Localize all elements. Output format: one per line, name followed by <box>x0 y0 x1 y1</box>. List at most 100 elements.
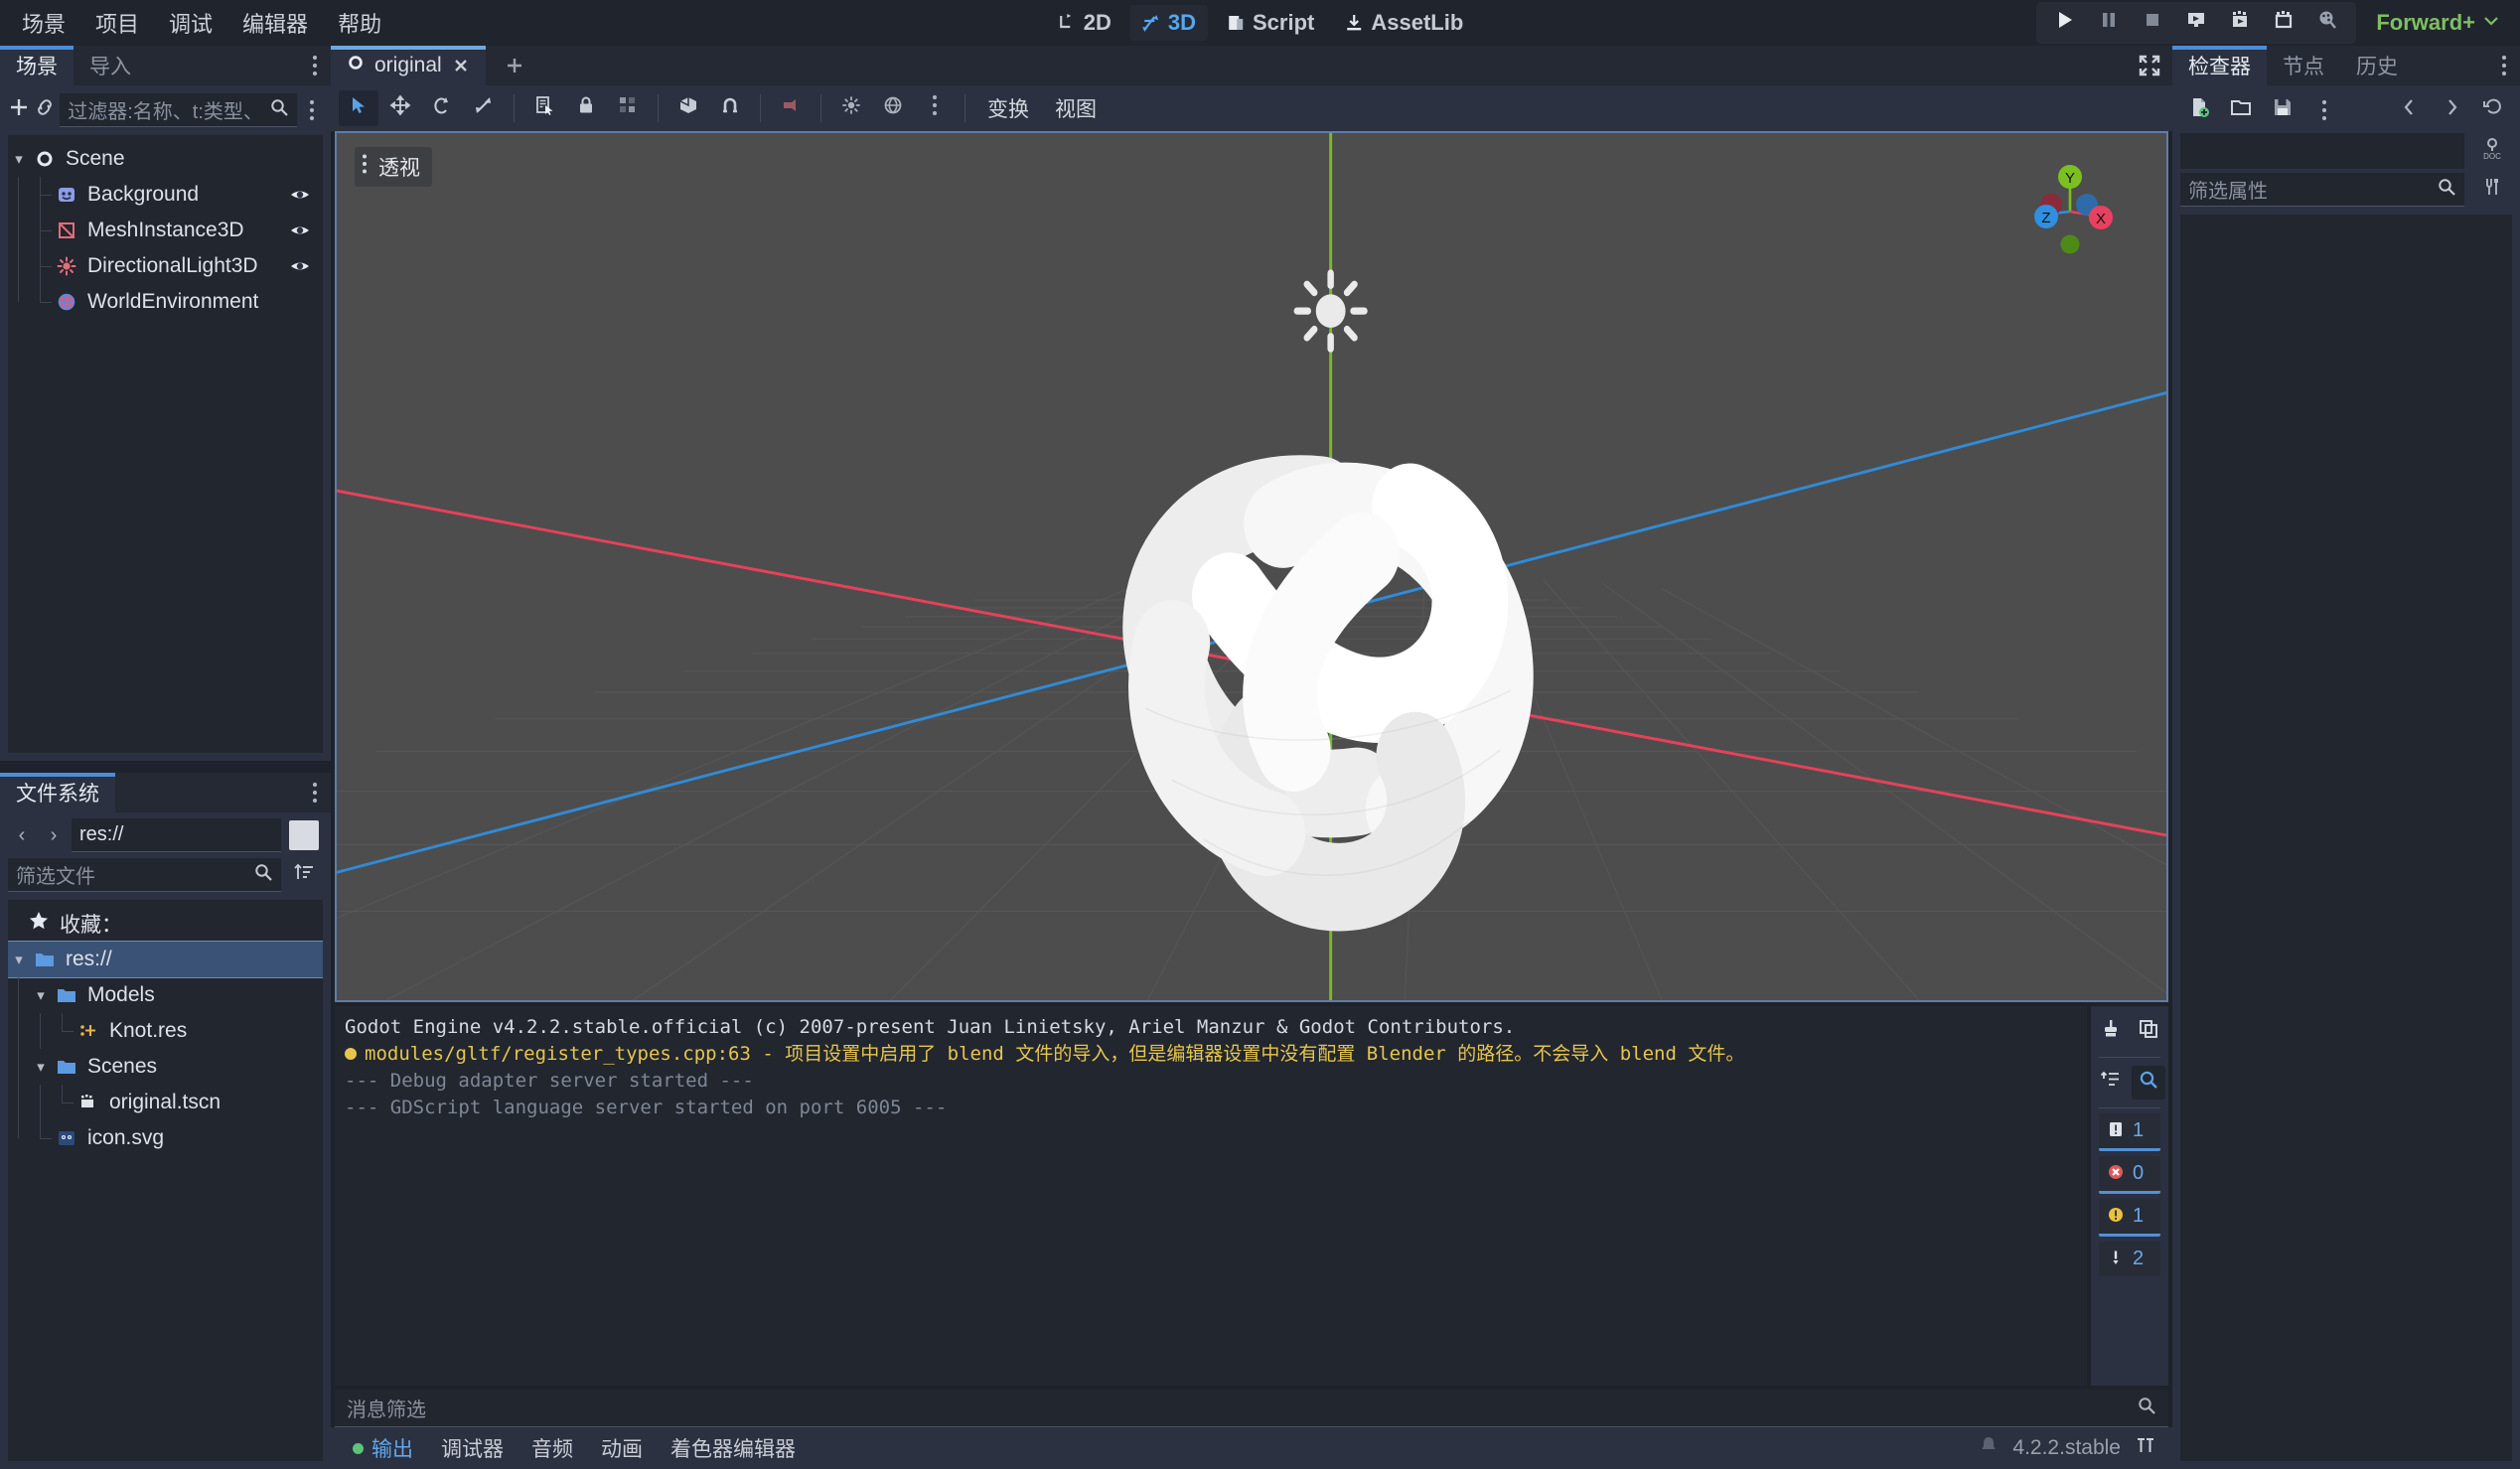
stop-button[interactable] <box>2132 6 2173 40</box>
bottom-tab-debugger[interactable]: 调试器 <box>429 1428 516 1468</box>
close-icon[interactable] <box>452 57 470 74</box>
fs-back-button[interactable]: ‹ <box>8 819 36 851</box>
menu-debug[interactable]: 调试 <box>155 1 226 45</box>
new-resource-button[interactable] <box>2180 93 2218 127</box>
filesystem-filter-input[interactable]: 筛选文件 <box>8 858 281 892</box>
tab-scene[interactable]: 场景 <box>0 46 74 85</box>
editor-messages-counter[interactable]: 2 <box>2099 1242 2160 1279</box>
inspector-properties-area[interactable] <box>2180 215 2512 1461</box>
viewport-perspective-label[interactable]: 透视 <box>355 147 432 187</box>
camera-preview-button[interactable] <box>771 90 811 126</box>
visibility-toggle-meshinstance3d[interactable] <box>289 220 311 241</box>
bottom-tab-animation[interactable]: 动画 <box>589 1428 655 1468</box>
select-mode-button[interactable] <box>339 90 378 126</box>
collapse-output-button[interactable] <box>2094 1066 2128 1100</box>
scale-mode-button[interactable] <box>464 90 504 126</box>
visibility-toggle-directionallight3d[interactable] <box>289 255 311 277</box>
fs-forward-button[interactable]: › <box>40 819 68 851</box>
local-space-button[interactable] <box>668 90 708 126</box>
chevron-down-icon[interactable]: ▾ <box>30 986 52 1004</box>
movie-maker-button[interactable] <box>2263 6 2304 40</box>
view-rotation-gizmo[interactable]: Y Z X <box>2015 157 2125 266</box>
filesystem-row-models[interactable]: ▾ Models <box>8 977 323 1013</box>
filesystem-row-original-tscn[interactable]: original.tscn <box>8 1085 323 1120</box>
inspector-object-field[interactable] <box>2180 133 2464 169</box>
scene-tree-row-worldenvironment[interactable]: WorldEnvironment <box>8 284 323 320</box>
tab-node[interactable]: 节点 <box>2267 46 2340 85</box>
menu-scene[interactable]: 场景 <box>8 1 79 45</box>
filesystem-dock-menu-button[interactable] <box>299 773 331 812</box>
preview-sun-button[interactable] <box>831 90 871 126</box>
viewport-menu-icon[interactable] <box>361 153 369 181</box>
inspector-dock-menu-button[interactable] <box>2488 46 2520 85</box>
bottom-tab-output[interactable]: 输出 <box>341 1428 425 1468</box>
tab-inspector[interactable]: 检查器 <box>2172 46 2267 85</box>
view-menu[interactable]: 视图 <box>1043 87 1109 129</box>
save-resource-button[interactable] <box>2264 93 2301 127</box>
scene-tree-row-directionallight3d[interactable]: DirectionalLight3D <box>8 248 323 284</box>
object-tools-button[interactable] <box>2472 173 2512 207</box>
transform-menu[interactable]: 变换 <box>975 87 1041 129</box>
open-docs-button[interactable]: DOC <box>2472 133 2512 169</box>
scene-tree-row-background[interactable]: Background <box>8 177 323 213</box>
play-custom-scene-button[interactable] <box>2219 6 2261 40</box>
errors-counter[interactable]: 0 <box>2099 1156 2160 1194</box>
copy-output-button[interactable] <box>2132 1015 2165 1049</box>
scene-tree[interactable]: ▾ Scene Background MeshInstance3D Direct… <box>8 135 323 753</box>
clear-output-button[interactable] <box>2094 1015 2128 1049</box>
renderer-selector[interactable]: Forward+ <box>2370 6 2506 40</box>
sun-environment-menu-button[interactable] <box>915 90 955 126</box>
inspector-history-button[interactable] <box>2474 93 2512 127</box>
filesystem-row-knot-res[interactable]: Knot.res <box>8 1013 323 1049</box>
tab-import[interactable]: 导入 <box>74 46 147 85</box>
resource-menu-button[interactable] <box>2305 93 2343 127</box>
inspector-forward-button[interactable] <box>2433 93 2470 127</box>
tab-script[interactable]: Script <box>1214 5 1326 41</box>
pause-button[interactable] <box>2088 6 2130 40</box>
add-scene-tab-button[interactable] <box>496 49 533 82</box>
sort-files-button[interactable] <box>285 858 323 892</box>
output-log[interactable]: Godot Engine v4.2.2.stable.official (c) … <box>335 1006 2087 1386</box>
dock-splitter[interactable] <box>0 761 331 773</box>
tab-2d[interactable]: 2D <box>1045 5 1123 41</box>
bell-icon[interactable] <box>1979 1435 1999 1461</box>
3d-viewport[interactable]: 透视 Y Z X <box>335 131 2168 1002</box>
scene-filter-input[interactable]: 过滤器:名称、t:类型、 <box>60 93 297 127</box>
group-button[interactable] <box>608 90 648 126</box>
inspector-back-button[interactable] <box>2391 93 2429 127</box>
filesystem-tree[interactable]: 收藏： ▾ res:// ▾ Models Knot.res ▾ Scenes … <box>8 900 323 1461</box>
inspector-filter-input[interactable]: 筛选属性 <box>2180 173 2464 207</box>
distraction-free-button[interactable] <box>2127 46 2172 85</box>
lock-button[interactable] <box>566 90 606 126</box>
add-node-button[interactable] <box>8 93 30 127</box>
bottom-tab-shader-editor[interactable]: 着色器编辑器 <box>659 1428 808 1468</box>
scene-tab-original[interactable]: original <box>331 46 486 85</box>
message-filter-input[interactable]: 消息筛选 <box>335 1390 2168 1427</box>
filesystem-row-res[interactable]: ▾ res:// <box>8 941 323 978</box>
menu-editor[interactable]: 编辑器 <box>228 1 322 45</box>
snap-button[interactable] <box>710 90 750 126</box>
move-mode-button[interactable] <box>380 90 420 126</box>
filesystem-row-icon-svg[interactable]: icon.svg <box>8 1120 323 1156</box>
chevron-down-icon[interactable]: ▾ <box>8 951 30 968</box>
play-scene-button[interactable] <box>2175 6 2217 40</box>
play-button[interactable] <box>2044 6 2086 40</box>
menu-help[interactable]: 帮助 <box>324 1 395 45</box>
menu-project[interactable]: 项目 <box>81 1 153 45</box>
toggle-split-mode-button[interactable] <box>285 818 323 852</box>
scene-tree-row-scene[interactable]: ▾ Scene <box>8 141 323 177</box>
warnings-counter[interactable]: 1 <box>2099 1199 2160 1237</box>
rotate-mode-button[interactable] <box>422 90 462 126</box>
tab-assetlib[interactable]: AssetLib <box>1332 5 1475 41</box>
scene-tree-row-meshinstance3d[interactable]: MeshInstance3D <box>8 213 323 248</box>
tab-filesystem[interactable]: 文件系统 <box>0 773 115 812</box>
layout-toggle-icon[interactable] <box>2135 1435 2156 1461</box>
open-resource-button[interactable] <box>2222 93 2260 127</box>
list-select-button[interactable] <box>524 90 564 126</box>
messages-counter[interactable]: 1 <box>2099 1113 2160 1151</box>
tab-3d[interactable]: 3D <box>1128 5 1208 41</box>
preview-environment-button[interactable] <box>873 90 913 126</box>
filesystem-row-scenes[interactable]: ▾ Scenes <box>8 1049 323 1085</box>
search-output-button[interactable] <box>2132 1066 2165 1100</box>
bottom-tab-audio[interactable]: 音频 <box>519 1428 585 1468</box>
